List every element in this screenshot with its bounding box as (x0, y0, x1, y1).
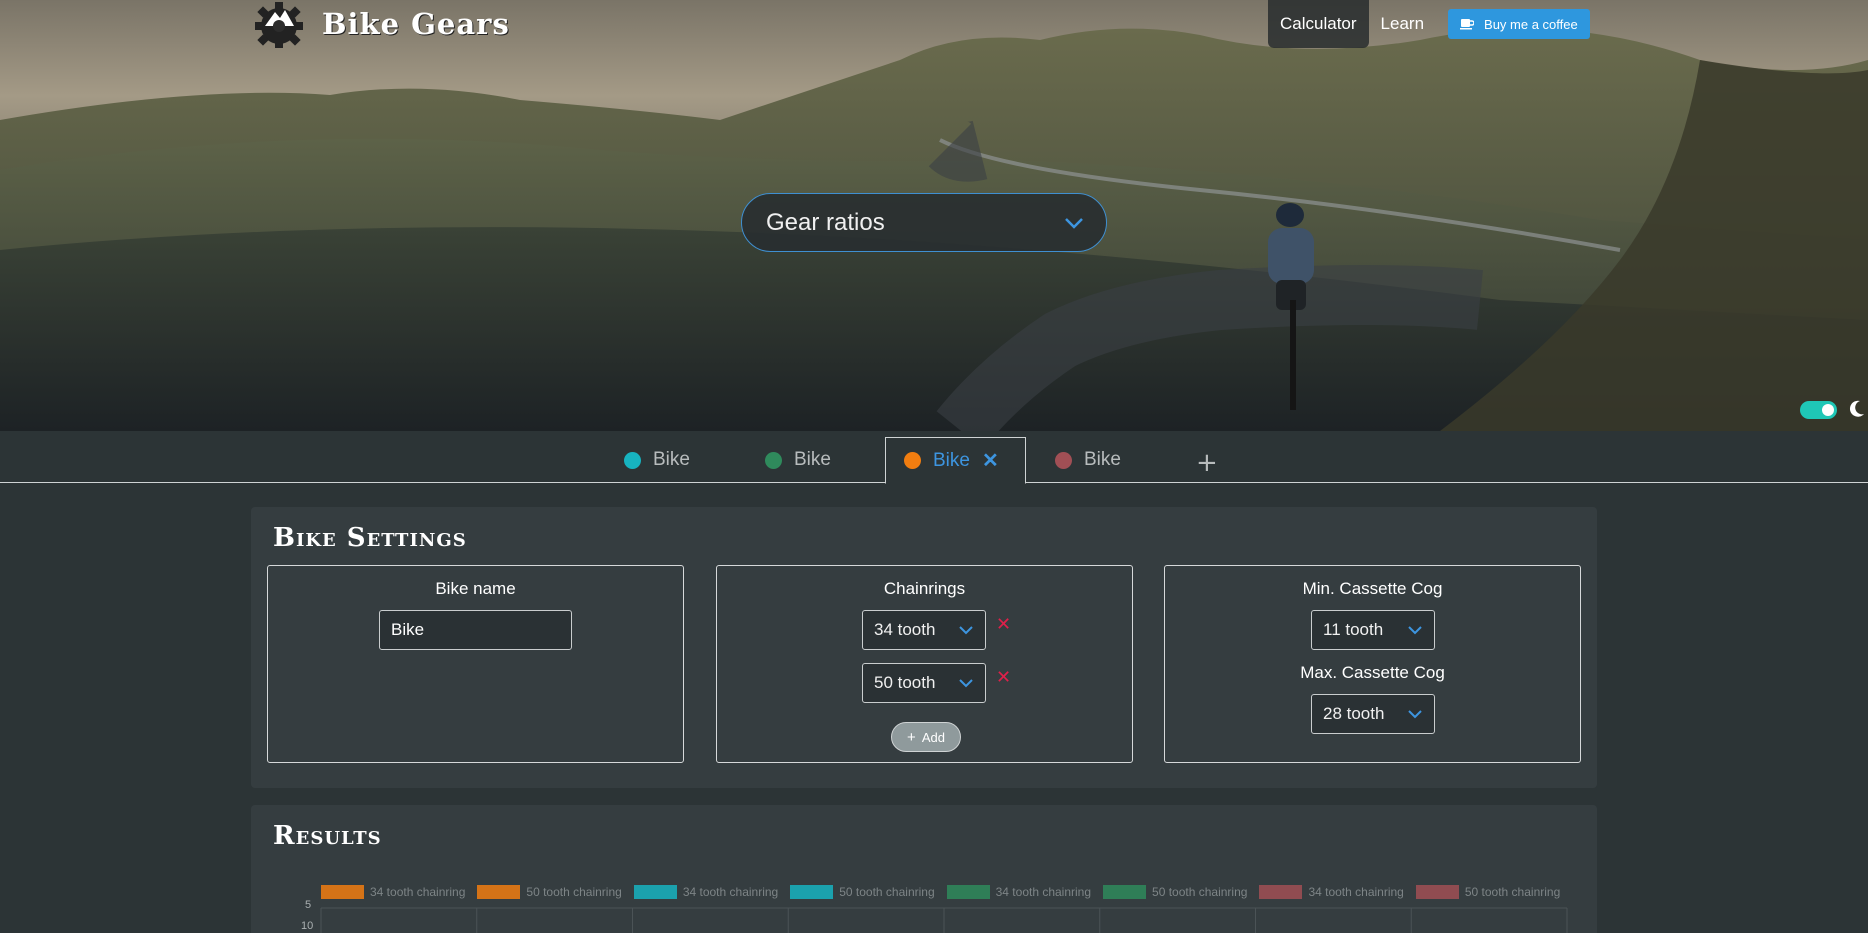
max-cassette-select[interactable]: 28 tooth (1311, 694, 1435, 734)
bike-name-input[interactable] (379, 610, 572, 650)
tab-color-dot (904, 452, 921, 469)
chainring-value: 50 tooth (874, 673, 936, 692)
brand-title: Bike Gears (322, 7, 510, 41)
remove-chainring-icon[interactable]: ✕ (996, 614, 1011, 635)
chainring-value: 34 tooth (874, 620, 936, 639)
chainrings-label: Chainrings (883, 579, 966, 598)
tab-color-dot (765, 451, 782, 469)
min-cassette-value: 11 tooth (1323, 620, 1384, 639)
nav-learn[interactable]: Learn (1369, 0, 1436, 48)
moon-icon (1849, 400, 1864, 417)
tab-color-dot (1055, 451, 1072, 469)
tab-label: Bike (1084, 449, 1121, 470)
chainring-select-1[interactable]: 34 tooth (862, 610, 986, 650)
chevron-down-icon (1065, 217, 1083, 229)
bike-name-label: Bike name (435, 579, 516, 598)
tab-label: Bike (794, 449, 831, 470)
mode-select[interactable]: Gear ratios (741, 193, 1107, 252)
bike-settings-panel: Bike Settings Bike name Chainrings 34 to… (251, 507, 1597, 788)
chainrings-card: Chainrings 34 tooth ✕ 50 tooth ✕ + Add (716, 565, 1133, 763)
remove-chainring-icon[interactable]: ✕ (996, 667, 1011, 688)
gear-mountain-logo-icon (255, 2, 303, 48)
close-icon[interactable]: ✕ (982, 448, 999, 473)
max-cassette-value: 28 tooth (1323, 704, 1385, 723)
brand[interactable]: Bike Gears (250, 0, 510, 48)
top-nav: Calculator Learn Buy me a coffee (1268, 0, 1590, 48)
toggle-knob (1822, 404, 1834, 416)
nav-calculator[interactable]: Calculator (1268, 0, 1369, 48)
plus-icon: + (907, 728, 916, 746)
chevron-down-icon (1408, 625, 1422, 634)
chevron-down-icon (959, 625, 973, 634)
tab-color-dot (624, 451, 641, 469)
dark-mode-toggle[interactable] (1800, 401, 1837, 419)
tab-label: Bike (933, 449, 970, 471)
buy-coffee-label: Buy me a coffee (1484, 16, 1578, 32)
tab-label: Bike (653, 449, 690, 470)
buy-coffee-button[interactable]: Buy me a coffee (1448, 9, 1590, 39)
cassette-card: Min. Cassette Cog 11 tooth Max. Cassette… (1164, 565, 1581, 763)
hero-banner: Bike Gears Calculator Learn Buy me a cof… (0, 0, 1868, 431)
add-bike-plus-icon[interactable]: + (1196, 448, 1218, 478)
add-chainring-label: Add (921, 729, 945, 745)
results-panel: Results 34 tooth chainring 50 tooth chain… (251, 805, 1597, 933)
coffee-cup-icon (1460, 19, 1475, 30)
tab-bike-4[interactable]: Bike (1037, 437, 1139, 483)
chevron-down-icon (1408, 709, 1422, 718)
chevron-down-icon (959, 678, 973, 687)
min-cassette-label: Min. Cassette Cog (1302, 579, 1443, 598)
bike-name-card: Bike name (267, 565, 684, 763)
tab-bike-3[interactable]: Bike ✕ (885, 437, 1026, 484)
settings-title: Bike Settings (273, 523, 467, 553)
tab-bike-2[interactable]: Bike (747, 437, 849, 483)
min-cassette-select[interactable]: 11 tooth (1311, 610, 1435, 650)
gear-ratio-chart (320, 907, 1568, 933)
chainring-select-2[interactable]: 50 tooth (862, 663, 986, 703)
tab-bike-1[interactable]: Bike (606, 437, 708, 483)
max-cassette-label: Max. Cassette Cog (1300, 663, 1445, 682)
mode-select-value: Gear ratios (766, 208, 885, 236)
add-chainring-button[interactable]: + Add (891, 722, 961, 752)
bike-tabs: Bike Bike Bike ✕ Bike (0, 431, 1868, 484)
